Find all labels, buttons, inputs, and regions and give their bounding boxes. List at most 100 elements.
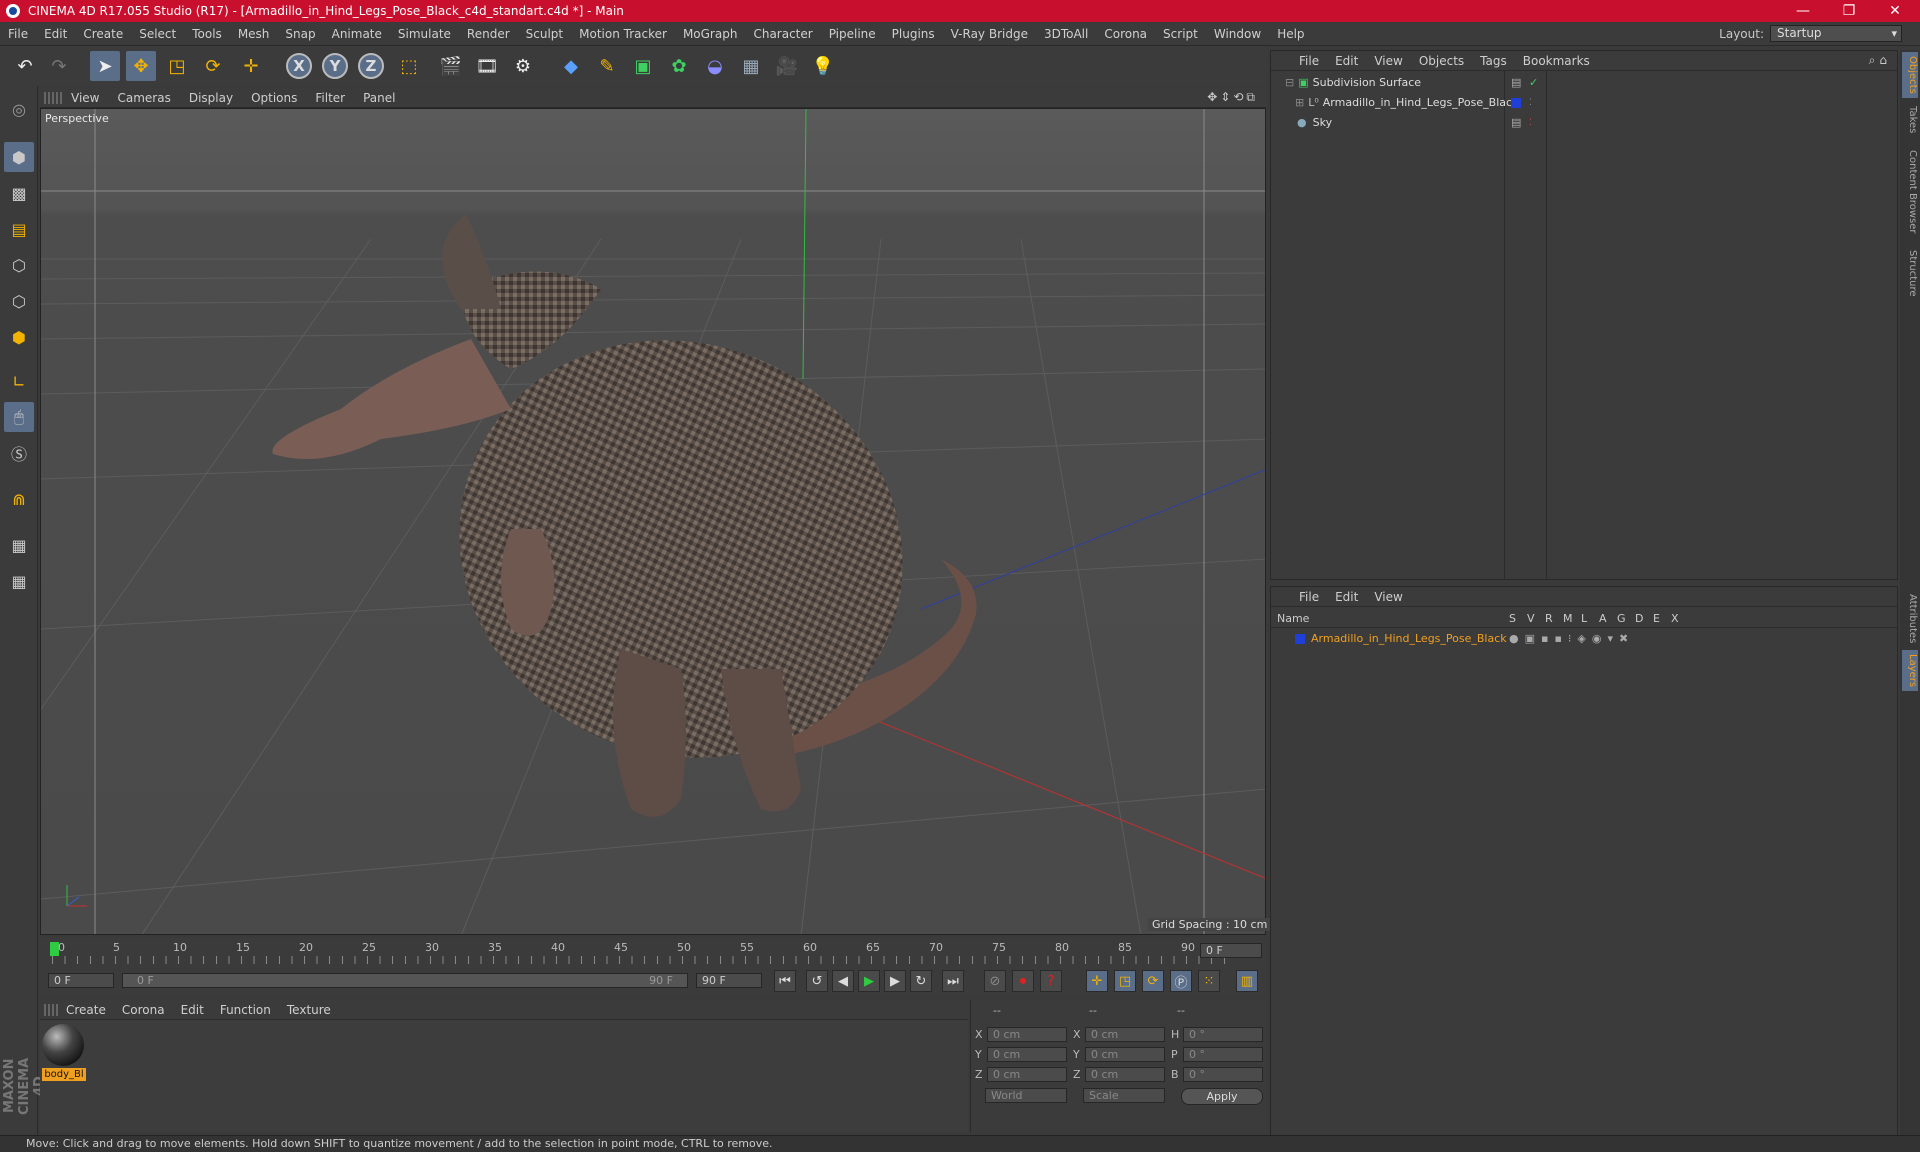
rotation-p-field[interactable]: 0 ° bbox=[1183, 1047, 1263, 1062]
layer-col-e[interactable]: E bbox=[1653, 612, 1660, 625]
workplane-mode-icon[interactable]: ▤ bbox=[4, 214, 34, 244]
texture-mode-icon[interactable]: ▩ bbox=[4, 178, 34, 208]
minimize-icon[interactable]: — bbox=[1780, 0, 1826, 22]
light-icon[interactable]: 💡 bbox=[808, 51, 838, 81]
menu-create[interactable]: Create bbox=[75, 27, 131, 41]
objects-menu-view[interactable]: View bbox=[1366, 54, 1410, 68]
z-axis-lock-icon[interactable]: Z bbox=[358, 53, 384, 79]
go-to-start-icon[interactable]: ⏮ bbox=[774, 970, 796, 992]
layer-col-r[interactable]: R bbox=[1545, 612, 1553, 625]
close-icon[interactable]: ✕ bbox=[1872, 0, 1918, 22]
workplane-lock-icon[interactable]: ▦ bbox=[4, 530, 34, 560]
record-active-objects-icon[interactable]: ⏺ bbox=[1012, 970, 1034, 992]
layer-col-s[interactable]: S bbox=[1509, 612, 1516, 625]
material-menu-create[interactable]: Create bbox=[58, 1003, 114, 1017]
layer-col-name[interactable]: Name bbox=[1277, 612, 1309, 625]
move-tool-icon[interactable]: ✥ bbox=[126, 51, 156, 81]
redo-icon[interactable]: ↷ bbox=[44, 51, 74, 81]
position-y-field[interactable]: 0 cm bbox=[987, 1047, 1067, 1062]
material-menu-texture[interactable]: Texture bbox=[279, 1003, 339, 1017]
apply-button[interactable]: Apply bbox=[1181, 1088, 1263, 1105]
menu-corona[interactable]: Corona bbox=[1096, 27, 1155, 41]
viewport-menu-display[interactable]: Display bbox=[180, 91, 242, 105]
subdivision-surface-icon[interactable]: ▣ bbox=[628, 51, 658, 81]
undo-icon[interactable]: ↶ bbox=[10, 51, 40, 81]
side-tab-objects[interactable]: Objects bbox=[1902, 52, 1918, 98]
edges-mode-icon[interactable]: ⬡ bbox=[4, 286, 34, 316]
menu-animate[interactable]: Animate bbox=[324, 27, 390, 41]
menu-edit[interactable]: Edit bbox=[36, 27, 75, 41]
layer-col-d[interactable]: D bbox=[1635, 612, 1643, 625]
pen-spline-icon[interactable]: ✎ bbox=[592, 51, 622, 81]
layer-col-m[interactable]: M bbox=[1563, 612, 1573, 625]
layers-menu-edit[interactable]: Edit bbox=[1327, 590, 1366, 604]
menu-tools[interactable]: Tools bbox=[184, 27, 230, 41]
layer-col-a[interactable]: A bbox=[1599, 612, 1607, 625]
deformer-icon[interactable]: ◒ bbox=[700, 51, 730, 81]
side-tab-attributes[interactable]: Attributes bbox=[1902, 590, 1918, 647]
scale-tool-icon[interactable]: ◳ bbox=[162, 51, 192, 81]
rotate-tool-icon[interactable]: ⟳ bbox=[198, 51, 228, 81]
enabled-check-icon[interactable]: ✓ bbox=[1529, 76, 1538, 89]
layer-flag-icons[interactable]: ●▣▪▪⁝◈◉▾✖ bbox=[1509, 632, 1634, 645]
viewport-menu-cameras[interactable]: Cameras bbox=[108, 91, 179, 105]
layer-color-swatch[interactable] bbox=[1511, 97, 1521, 108]
object-row[interactable]: ⊞ L⁰ Armadillo_in_Hind_Legs_Pose_Black ⁚ bbox=[1271, 93, 1897, 112]
menu-3dtoall[interactable]: 3DToAll bbox=[1036, 27, 1096, 41]
key-rotation-icon[interactable]: ⟳ bbox=[1142, 970, 1164, 992]
model-mode-icon[interactable]: ⬢ bbox=[4, 142, 34, 172]
position-x-field[interactable]: 0 cm bbox=[987, 1027, 1067, 1042]
start-frame-field[interactable]: 0 F bbox=[48, 973, 114, 988]
coordinate-system-icon[interactable]: ⬚ bbox=[394, 51, 424, 81]
menu-select[interactable]: Select bbox=[131, 27, 184, 41]
side-tab-content-browser[interactable]: Content Browser bbox=[1902, 146, 1918, 237]
layer-color-swatch[interactable] bbox=[1295, 633, 1305, 644]
key-pla-icon[interactable]: ⁙ bbox=[1198, 970, 1220, 992]
key-position-icon[interactable]: ✛ bbox=[1086, 970, 1108, 992]
3d-viewport[interactable] bbox=[40, 108, 1266, 935]
side-tab-takes[interactable]: Takes bbox=[1902, 102, 1918, 137]
menu-help[interactable]: Help bbox=[1269, 27, 1312, 41]
menu-simulate[interactable]: Simulate bbox=[390, 27, 459, 41]
visibility-dots-icon[interactable]: ⁚ bbox=[1529, 98, 1532, 108]
menu-window[interactable]: Window bbox=[1206, 27, 1269, 41]
motion-record-icon[interactable]: ⊘ bbox=[984, 970, 1006, 992]
autokeying-icon[interactable]: ? bbox=[1040, 970, 1062, 992]
viewport-menu-panel[interactable]: Panel bbox=[354, 91, 404, 105]
previous-frame-icon[interactable]: ◀ bbox=[832, 970, 854, 992]
floor-scene-icon[interactable]: ▦ bbox=[736, 51, 766, 81]
size-x-field[interactable]: 0 cm bbox=[1085, 1027, 1165, 1042]
position-z-field[interactable]: 0 cm bbox=[987, 1067, 1067, 1082]
menu-snap[interactable]: Snap bbox=[277, 27, 323, 41]
render-view-icon[interactable]: 🎬 bbox=[436, 51, 466, 81]
viewport-menu-view[interactable]: View bbox=[62, 91, 108, 105]
solo-mode-icon[interactable]: Ⓢ bbox=[4, 438, 34, 468]
restore-icon[interactable]: ❐ bbox=[1826, 0, 1872, 22]
visibility-toggle-icon[interactable]: ▤ bbox=[1511, 76, 1521, 89]
y-axis-lock-icon[interactable]: Y bbox=[322, 53, 348, 79]
select-tool-icon[interactable]: ➤ bbox=[90, 51, 120, 81]
cube-object-icon[interactable]: ◆ bbox=[556, 51, 586, 81]
menu-mograph[interactable]: MoGraph bbox=[675, 27, 746, 41]
menu-vray-bridge[interactable]: V-Ray Bridge bbox=[943, 27, 1036, 41]
tweak-mode-icon[interactable]: 🖱 bbox=[4, 402, 34, 432]
layer-row[interactable]: Armadillo_in_Hind_Legs_Pose_Black ●▣▪▪⁝◈… bbox=[1271, 629, 1897, 648]
polygons-mode-icon[interactable]: ⬢ bbox=[4, 322, 34, 352]
menu-render[interactable]: Render bbox=[459, 27, 518, 41]
key-parameter-icon[interactable]: Ⓟ bbox=[1170, 970, 1192, 992]
side-tab-layers[interactable]: Layers bbox=[1902, 650, 1918, 692]
previous-key-icon[interactable]: ↺ bbox=[806, 970, 828, 992]
search-icon[interactable]: ⌕⌂ bbox=[1869, 53, 1891, 68]
menu-character[interactable]: Character bbox=[745, 27, 820, 41]
rotation-h-field[interactable]: 0 ° bbox=[1183, 1027, 1263, 1042]
layer-col-x[interactable]: X bbox=[1671, 612, 1679, 625]
viewport-navigation-icons[interactable]: ✥⇕⟲⧉ bbox=[1207, 90, 1258, 105]
objects-menu-tags[interactable]: Tags bbox=[1472, 54, 1515, 68]
frame-range-slider[interactable]: 0 F 90 F bbox=[122, 973, 688, 988]
next-frame-icon[interactable]: ▶ bbox=[884, 970, 906, 992]
menu-script[interactable]: Script bbox=[1155, 27, 1206, 41]
array-mograph-icon[interactable]: ✿ bbox=[664, 51, 694, 81]
object-row[interactable]: ● Sky ▤ ⁚ bbox=[1271, 113, 1897, 132]
viewport-menu-filter[interactable]: Filter bbox=[306, 91, 354, 105]
layer-col-g[interactable]: G bbox=[1617, 612, 1626, 625]
